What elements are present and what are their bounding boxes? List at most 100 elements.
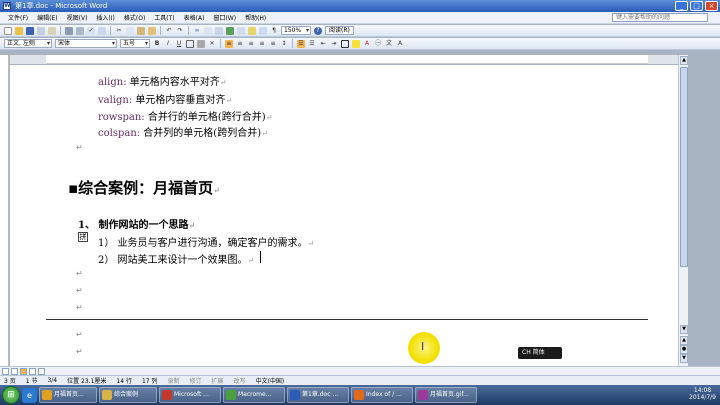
decrease-indent-icon[interactable]: ⇤ (319, 40, 327, 48)
insert-table-icon[interactable] (215, 26, 223, 35)
taskbar-item-2[interactable]: Microsoft ... (159, 387, 221, 403)
columns-icon[interactable] (237, 26, 245, 35)
taskbar-item-0[interactable]: 月福首页... (39, 387, 97, 403)
print-view-icon[interactable] (20, 367, 27, 375)
increase-indent-icon[interactable]: ⇥ (330, 40, 338, 48)
maximize-button[interactable]: □ (690, 1, 703, 11)
status-line: 14 行 (116, 378, 132, 385)
next-page-icon[interactable]: ▼ (680, 354, 688, 363)
menu-view[interactable]: 视图(V) (67, 13, 88, 22)
status-trk[interactable]: 修订 (190, 376, 202, 385)
style-select[interactable]: 正文, 左侧 (4, 39, 52, 48)
align-left-icon[interactable]: ≡ (225, 39, 233, 48)
paste-icon[interactable] (137, 26, 145, 35)
highlight-icon[interactable] (352, 39, 360, 48)
status-ext[interactable]: 扩展 (212, 376, 224, 385)
menu-tools[interactable]: 工具(T) (154, 13, 174, 22)
web-view-icon[interactable] (11, 367, 18, 375)
menu-table[interactable]: 表格(A) (184, 13, 205, 22)
cut-icon[interactable]: ✂ (115, 27, 123, 35)
ie-icon[interactable]: e (22, 387, 37, 403)
format-painter-icon[interactable] (148, 26, 156, 35)
close-button[interactable]: × (705, 1, 718, 11)
menu-help[interactable]: 帮助(H) (245, 13, 266, 22)
char-shading-icon[interactable] (197, 39, 205, 48)
help-icon[interactable]: ? (314, 26, 322, 35)
status-ovr[interactable]: 改写 (234, 376, 246, 385)
drawing-icon[interactable] (248, 26, 256, 35)
menu-window[interactable]: 窗口(W) (213, 13, 236, 22)
browse-object-icon[interactable]: ● (680, 345, 688, 354)
font-select[interactable]: 宋体 (55, 39, 117, 48)
normal-view-icon[interactable] (2, 367, 9, 375)
outline-view-icon[interactable] (29, 367, 36, 375)
read-button[interactable]: 阅读(R) (325, 26, 354, 35)
undo-icon[interactable]: ↶ (165, 27, 173, 35)
bullets-icon[interactable]: ☰ (308, 40, 316, 48)
italic-button[interactable]: I (164, 40, 172, 48)
asian-layout-icon[interactable]: A (396, 40, 404, 48)
save-icon[interactable] (26, 26, 34, 35)
email-icon[interactable] (48, 26, 56, 35)
underline-button[interactable]: U (175, 40, 183, 48)
enclose-char-icon[interactable]: ㊀ (374, 40, 382, 48)
new-document-icon[interactable] (4, 26, 12, 35)
char-border-icon[interactable] (186, 39, 194, 48)
menu-file[interactable]: 文件(F) (8, 13, 28, 22)
horizontal-ruler[interactable] (10, 55, 678, 64)
scroll-down-icon[interactable]: ▼ (680, 325, 688, 334)
outside-border-icon[interactable] (341, 39, 349, 48)
align-center-icon[interactable]: ≡ (236, 40, 244, 48)
align-right-icon[interactable]: ≡ (247, 40, 255, 48)
spelling-icon[interactable]: ✓ (87, 26, 95, 35)
reading-view-icon[interactable] (38, 367, 45, 375)
scroll-thumb[interactable] (680, 67, 688, 267)
help-search-input[interactable]: 键入需要帮助的问题 (612, 13, 708, 22)
taskbar-item-1[interactable]: 综合案例 (99, 387, 157, 403)
minimize-button[interactable]: _ (675, 1, 688, 11)
numbering-icon[interactable]: ☰ (297, 39, 305, 48)
document-page[interactable]: align: 单元格内容水平对齐↵ valign: 单元格内容垂直对齐↵ row… (10, 65, 678, 366)
permission-icon[interactable] (37, 26, 45, 35)
system-tray-clock[interactable]: 14:08 2014/7/9 (689, 387, 716, 401)
status-rec[interactable]: 录制 (168, 376, 180, 385)
doc-line-valign: valign: 单元格内容垂直对齐↵ (98, 95, 233, 106)
title-bar: W 第1章.doc - Microsoft Word _ □ × (0, 0, 720, 12)
research-icon[interactable] (98, 26, 106, 35)
print-icon[interactable] (65, 26, 73, 35)
phonetic-icon[interactable]: 文 (385, 40, 393, 48)
line-spacing-icon[interactable]: ↕ (280, 40, 288, 48)
smart-tag-icon[interactable]: 拼 (78, 232, 88, 242)
taskbar-item-5[interactable]: Index of / ... (351, 387, 413, 403)
taskbar-item-4[interactable]: 第1章.doc ... (287, 387, 349, 403)
taskbar-item-3[interactable]: Macrome... (223, 387, 285, 403)
redo-icon[interactable]: ↷ (176, 27, 184, 35)
char-scale-icon[interactable]: ✕ (208, 40, 216, 48)
document-map-icon[interactable] (259, 26, 267, 35)
print-preview-icon[interactable] (76, 26, 84, 35)
start-button[interactable]: ⊞ (2, 386, 20, 404)
hyperlink-icon[interactable]: ∞ (193, 27, 201, 35)
open-folder-icon[interactable] (15, 26, 23, 35)
menu-edit[interactable]: 编辑(E) (37, 13, 57, 22)
font-size-select[interactable]: 五号 (120, 39, 150, 48)
tables-borders-icon[interactable] (204, 26, 212, 35)
copy-icon[interactable] (126, 26, 134, 35)
vertical-ruler[interactable] (0, 55, 9, 366)
status-column: 17 列 (141, 378, 158, 385)
show-hide-icon[interactable]: ¶ (270, 27, 278, 35)
zoom-select[interactable]: 150% (281, 26, 311, 35)
prev-page-icon[interactable]: ▲ (680, 336, 688, 345)
justify-icon[interactable]: ≡ (258, 40, 266, 48)
page-bottom-border (46, 319, 648, 320)
vertical-scrollbar[interactable]: ▲ ▼ ▲ ● ▼ (678, 55, 688, 366)
input-method-bar[interactable]: CH 简体 (518, 347, 562, 359)
scroll-up-icon[interactable]: ▲ (680, 56, 688, 65)
distribute-icon[interactable]: ≡ (269, 40, 277, 48)
menu-format[interactable]: 格式(O) (124, 13, 145, 22)
menu-insert[interactable]: 插入(I) (96, 13, 114, 22)
bold-button[interactable]: B (153, 40, 161, 48)
font-color-icon[interactable]: A (363, 40, 371, 48)
insert-excel-icon[interactable] (226, 26, 234, 35)
taskbar-item-6[interactable]: 月福首页.gif... (415, 387, 477, 403)
